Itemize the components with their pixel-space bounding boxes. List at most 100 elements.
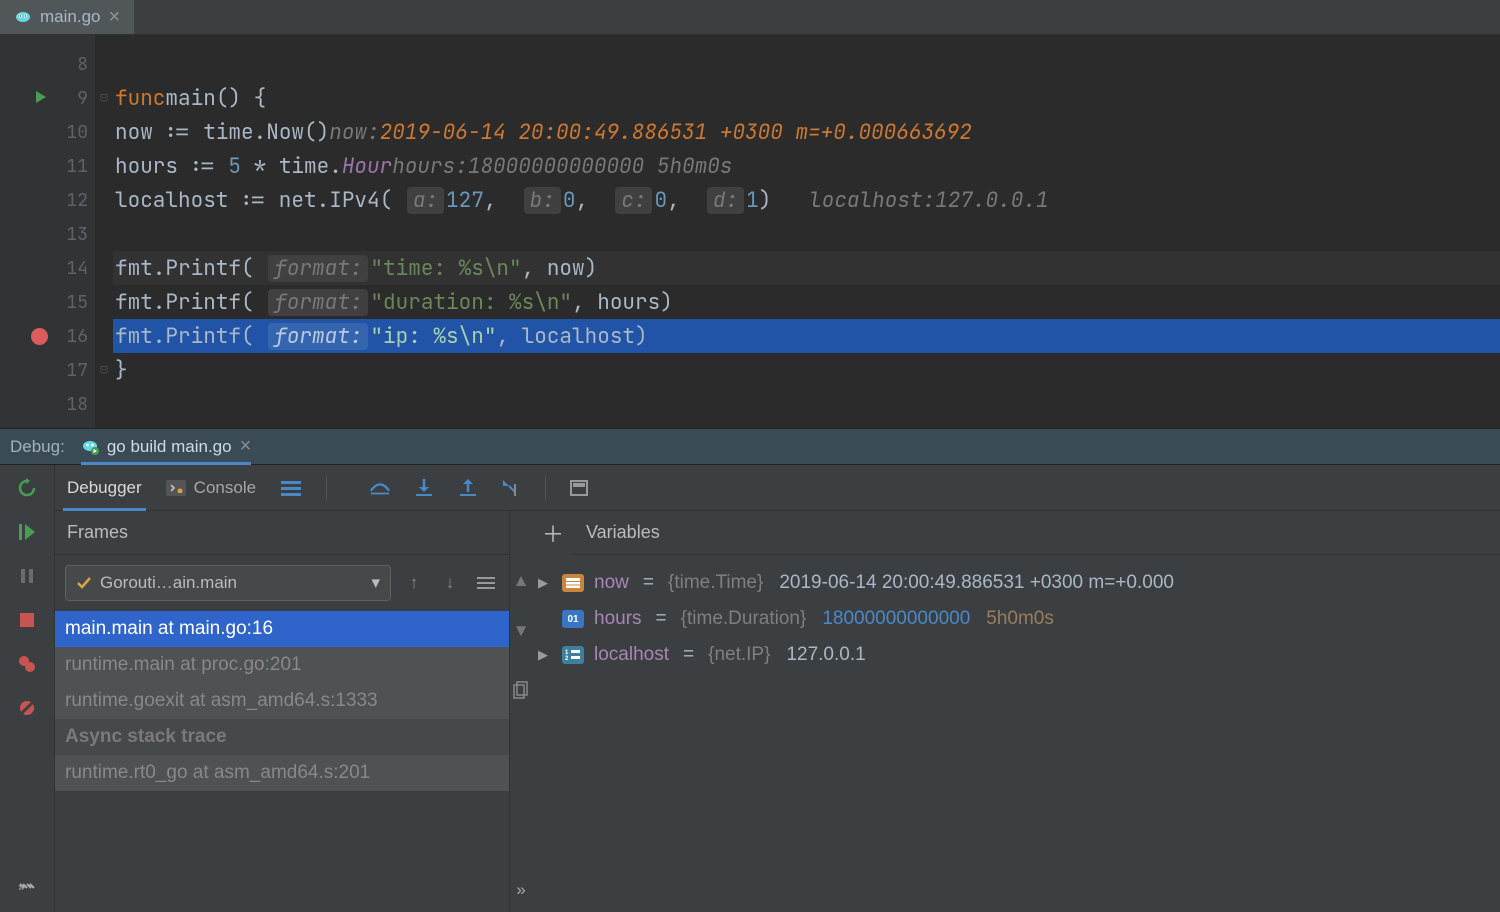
debug-config-tab[interactable]: go build main.go ×	[81, 429, 251, 464]
code-text: *	[241, 153, 279, 180]
step-over-icon[interactable]	[369, 477, 391, 499]
variable-name: hours	[594, 608, 642, 630]
variable-row[interactable]: ▶ 12 localhost={net.IP} 127.0.0.1	[538, 637, 1494, 673]
goroutine-dropdown[interactable]: Gorouti…ain.main ▾	[65, 565, 391, 601]
step-into-icon[interactable]	[413, 477, 435, 499]
inlay-hint: hours:	[392, 153, 468, 180]
editor-tab-bar: main.go ×	[0, 0, 1500, 35]
go-run-icon	[81, 438, 99, 456]
editor-tab-label: main.go	[40, 7, 100, 27]
variables-list[interactable]: ▶ now={time.Time} 2019-06-14 20:00:49.88…	[532, 555, 1500, 683]
console-icon	[166, 480, 186, 496]
code-text: ()	[304, 119, 329, 146]
code-content[interactable]: func main() { now := time.Now() now: 201…	[113, 35, 1500, 428]
more-icon[interactable]: »	[14, 874, 40, 900]
prev-frame-icon[interactable]: ↑	[401, 570, 427, 596]
next-frame-icon[interactable]: ↓	[437, 570, 463, 596]
number-literal: 0	[563, 187, 576, 214]
variables-header: Variables	[574, 511, 1500, 555]
breakpoint-icon[interactable]	[31, 328, 48, 345]
code-text: fmt.	[115, 255, 165, 282]
debug-tabs-row: Debugger Console	[55, 465, 1500, 511]
debug-toolwindow-header: Debug: go build main.go ×	[0, 428, 1500, 465]
async-stack-header: Async stack trace	[55, 719, 509, 755]
threads-icon[interactable]	[280, 477, 302, 499]
fold-close-icon[interactable]: ⊟	[100, 361, 108, 379]
frame-row[interactable]: main.main at main.go:16	[55, 611, 509, 647]
number-literal: 5	[228, 153, 241, 180]
identifier: now	[115, 119, 153, 146]
mute-breakpoints-icon[interactable]	[14, 695, 40, 721]
variable-row[interactable]: ▶ 01 hours={time.Duration} 1800000000000…	[538, 601, 1494, 637]
line-number: 10	[58, 121, 88, 144]
expand-icon[interactable]: ▶	[538, 647, 552, 663]
stop-icon[interactable]	[14, 607, 40, 633]
run-gutter-icon[interactable]	[34, 87, 48, 110]
code-line: now := time.Now() now: 2019-06-14 20:00:…	[113, 115, 1500, 149]
variable-hint: 5h0m0s	[986, 608, 1054, 630]
scroll-down-icon[interactable]: ▼	[513, 621, 530, 641]
close-icon[interactable]: ×	[108, 7, 120, 27]
resume-icon[interactable]	[14, 519, 40, 545]
chevron-down-icon: ▾	[371, 573, 380, 593]
code-line: hours := 5 * time.Hour hours: 1800000000…	[113, 149, 1500, 183]
run-to-cursor-icon[interactable]	[501, 477, 523, 499]
debug-left-toolbar: »	[0, 465, 55, 912]
code-text: Printf	[165, 255, 241, 282]
frame-list[interactable]: main.main at main.go:16 runtime.main at …	[55, 611, 509, 791]
tab-debugger[interactable]: Debugger	[67, 465, 142, 510]
frames-panel: Frames Gorouti…ain.main ▾ ↑ ↓ main.main …	[55, 511, 510, 912]
code-line: fmt.Printf( format: "duration: %s\n", ho…	[113, 285, 1500, 319]
frame-row[interactable]: runtime.goexit at asm_amd64.s:1333	[55, 683, 509, 719]
identifier: hours	[115, 153, 178, 180]
more-icon[interactable]: »	[516, 880, 525, 900]
expand-icon[interactable]: ▶	[538, 575, 552, 591]
tab-console[interactable]: Console	[166, 465, 256, 510]
inlay-hint: localhost:	[809, 187, 935, 214]
param-hint: format:	[268, 289, 368, 316]
param-hint: format:	[268, 323, 368, 350]
frame-row[interactable]: runtime.rt0_go at asm_amd64.s:201	[55, 755, 509, 791]
code-line: localhost := net.IPv4( a: 127, b: 0, c: …	[113, 183, 1500, 217]
close-icon[interactable]: ×	[240, 435, 252, 458]
code-text: fmt.	[115, 323, 165, 350]
line-number: 13	[58, 223, 88, 246]
inlay-value: 127.0.0.1	[935, 187, 1048, 214]
code-text: () {	[216, 85, 266, 112]
variable-type: {time.Duration}	[681, 608, 807, 630]
code-line: func main() {	[113, 81, 1500, 115]
editor-tab-main-go[interactable]: main.go ×	[0, 0, 134, 34]
inlay-hint: now:	[329, 119, 379, 146]
add-watch-icon[interactable]: ＋	[542, 522, 564, 544]
code-text: }	[115, 357, 128, 384]
editor-gutter[interactable]: 8 9 10 11 12 13 14 15 16 17 18	[0, 35, 95, 428]
check-icon	[76, 576, 92, 590]
fold-open-icon[interactable]: ⊟	[100, 89, 108, 107]
code-editor[interactable]: 8 9 10 11 12 13 14 15 16 17 18 ⊟ ⊟ func …	[0, 35, 1500, 428]
pause-icon[interactable]	[14, 563, 40, 589]
line-number: 16	[58, 325, 88, 348]
identifier: localhost	[115, 187, 228, 214]
evaluate-icon[interactable]	[568, 477, 590, 499]
rerun-icon[interactable]	[14, 475, 40, 501]
frame-row[interactable]: runtime.main at proc.go:201	[55, 647, 509, 683]
scroll-up-icon[interactable]: ▲	[513, 571, 530, 591]
step-out-icon[interactable]	[457, 477, 479, 499]
string-literal: "ip: %s\n"	[370, 323, 496, 350]
dropdown-label: Gorouti…ain.main	[100, 573, 237, 593]
view-breakpoints-icon[interactable]	[14, 651, 40, 677]
frame-filter-icon[interactable]	[473, 570, 499, 596]
tab-label: Console	[194, 478, 256, 498]
variable-name: localhost	[594, 644, 669, 666]
string-literal: "time: %s\n"	[370, 255, 521, 282]
struct-badge-icon	[562, 574, 584, 592]
inlay-value: 18000000000000 5h0m0s	[468, 153, 733, 180]
slice-badge-icon: 12	[562, 646, 584, 664]
code-text: fmt.	[115, 289, 165, 316]
fold-column: ⊟ ⊟	[95, 35, 113, 428]
code-line	[113, 47, 1500, 81]
copy-icon[interactable]	[513, 681, 529, 704]
code-text: , localhost)	[496, 323, 647, 350]
line-number: 17	[58, 359, 88, 382]
variable-row[interactable]: ▶ now={time.Time} 2019-06-14 20:00:49.88…	[538, 565, 1494, 601]
